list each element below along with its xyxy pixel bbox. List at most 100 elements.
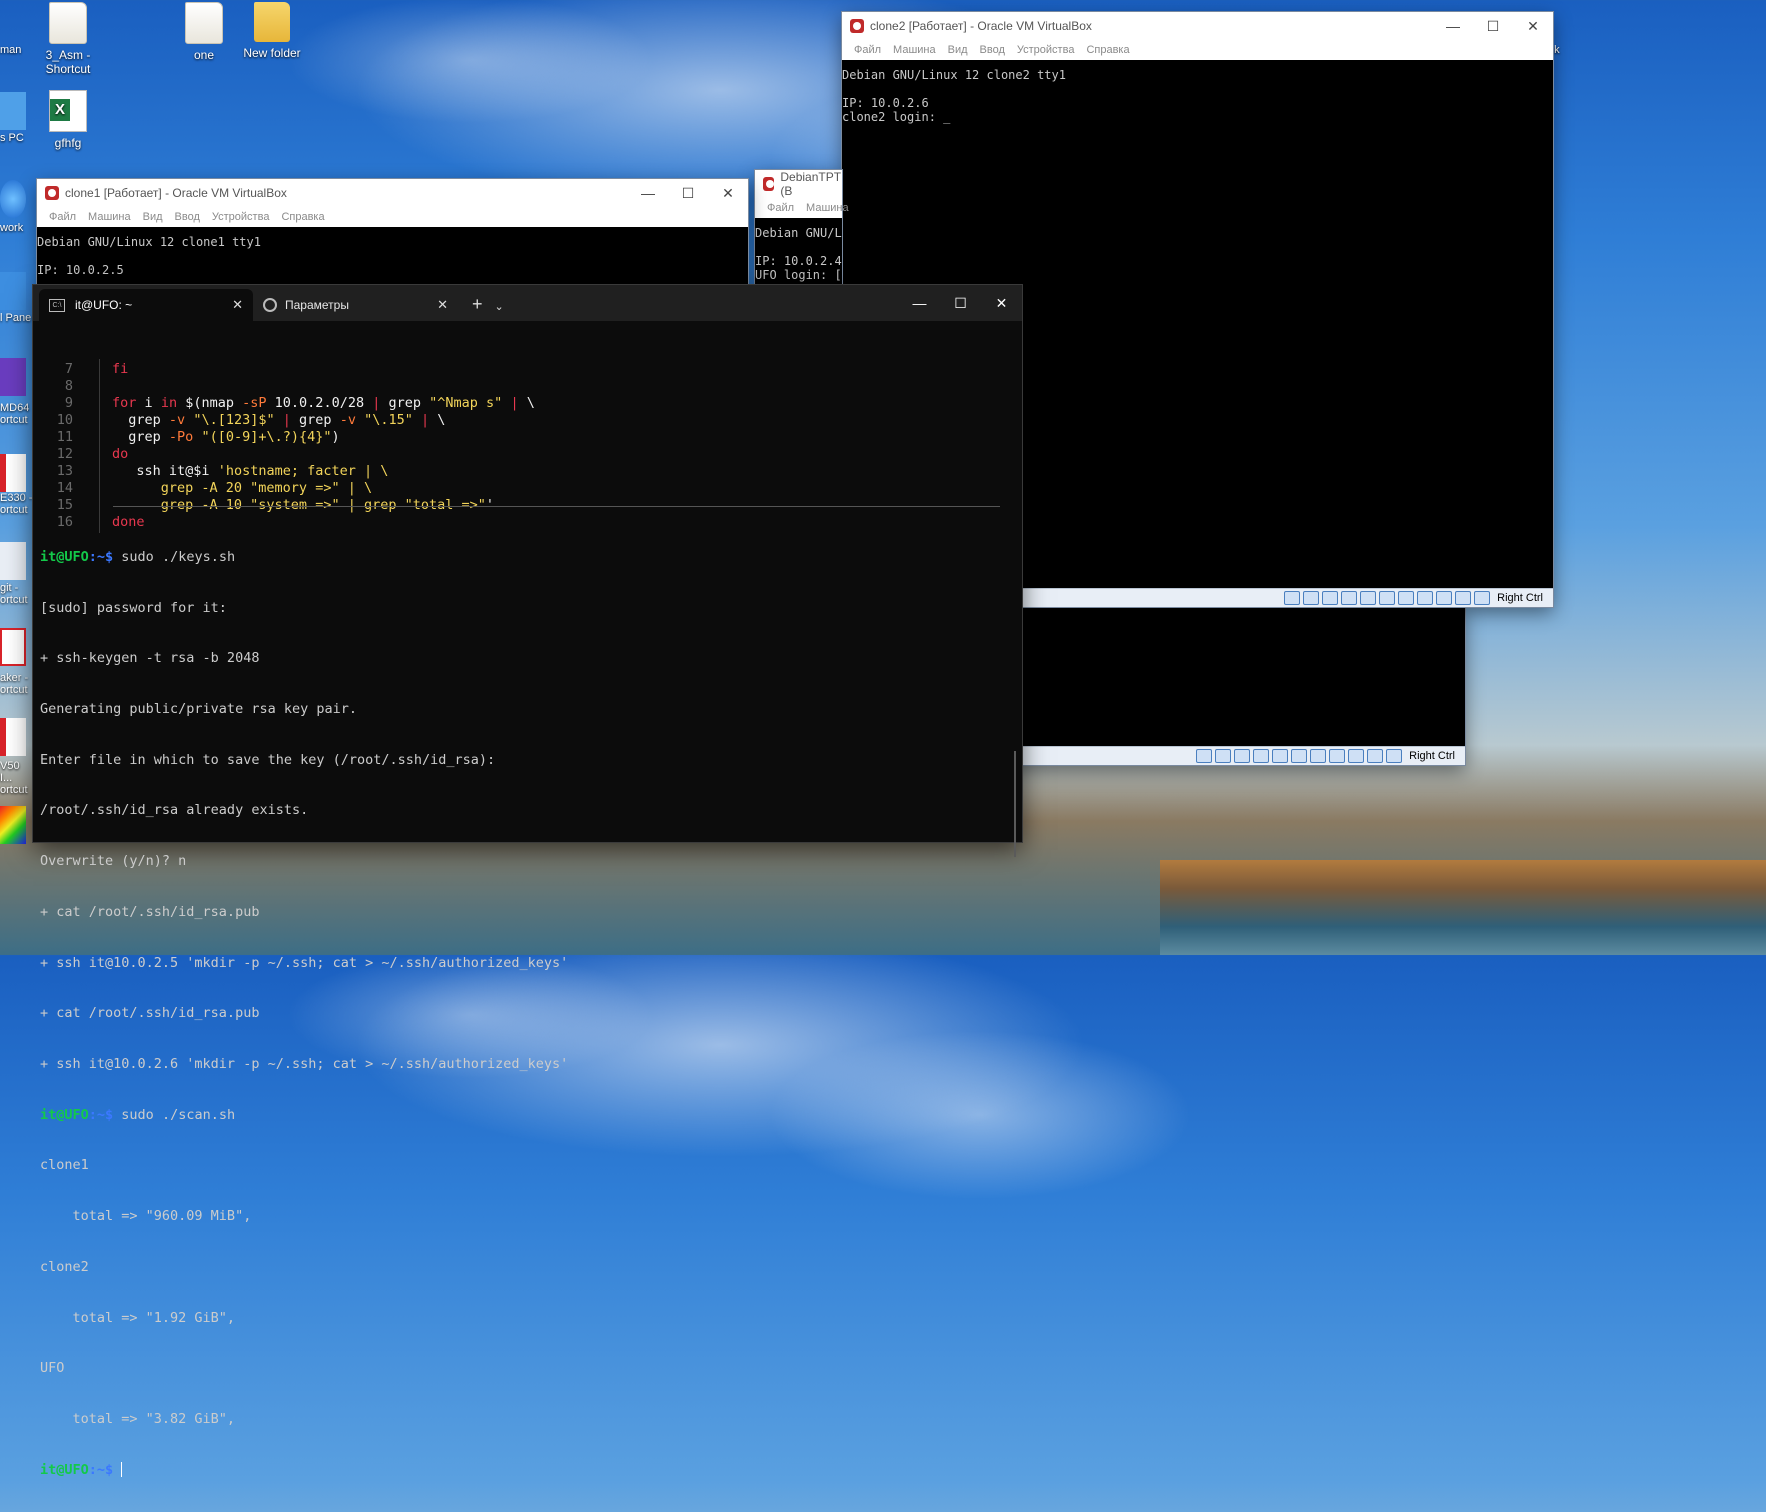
output-line: Generating public/private rsa key pair. [40, 700, 357, 717]
pdf-icon[interactable] [0, 454, 26, 492]
menu-machine[interactable]: Машина [806, 202, 849, 214]
mouse-integration-icon[interactable] [1455, 591, 1472, 605]
console-line: UFO login: [ [755, 268, 842, 282]
usb-icon[interactable] [1360, 591, 1377, 605]
window-title: clone2 [Работает] - Oracle VM VirtualBox [870, 19, 1092, 33]
display-icon[interactable] [1310, 749, 1327, 763]
vm-screen[interactable]: Debian GNU/Linux 12 clone2 tty1 IP: 10.0… [842, 60, 1553, 124]
maximize-button[interactable]: ☐ [1473, 18, 1513, 35]
prompt-user: it@UFO [40, 548, 89, 565]
menu-input[interactable]: Ввод [980, 44, 1005, 56]
host-key-label: Right Ctrl [1497, 592, 1543, 604]
tab-it-ufo[interactable]: C:\ it@UFO: ~ ✕ [39, 289, 253, 321]
maximize-button[interactable]: ☐ [668, 185, 708, 202]
network-icon[interactable] [1253, 749, 1270, 763]
recording-icon[interactable] [1417, 591, 1434, 605]
maker-icon[interactable] [0, 628, 26, 666]
tab-settings[interactable]: Параметры ✕ [253, 289, 458, 321]
vm-screen[interactable]: Debian GNU/L IP: 10.0.2.4 UFO login: [ [755, 218, 842, 282]
audio-icon[interactable] [1322, 591, 1339, 605]
tab-label: it@UFO: ~ [75, 298, 133, 312]
prompt-line: it@UFO:~$ sudo ./keys.sh [40, 549, 568, 566]
desktop-edge-label[interactable]: man [0, 44, 21, 56]
git-icon[interactable] [0, 542, 26, 580]
desktop-edge-label[interactable]: git - ortcut [0, 582, 34, 606]
host-key-label: Right Ctrl [1409, 750, 1455, 762]
terminal-tabbar[interactable]: C:\ it@UFO: ~ ✕ Параметры ✕ + ⌄ — ☐ ✕ [33, 285, 1022, 321]
menu-help[interactable]: Справка [281, 211, 324, 223]
desktop-edge-label[interactable]: s PC [0, 132, 24, 144]
desktop-edge-label[interactable]: l Pane [0, 312, 31, 324]
titlebar[interactable]: clone1 [Работает] - Oracle VM VirtualBox… [37, 179, 748, 207]
rainbow-app-icon[interactable] [0, 806, 26, 844]
new-tab-plus-icon[interactable]: + [472, 294, 483, 315]
desktop-icon-new-folder[interactable]: New folder [230, 2, 314, 60]
amd64-shortcut-icon[interactable] [0, 358, 26, 396]
network-icon[interactable] [0, 180, 26, 218]
desktop-edge-label[interactable]: E330 - ortcut [0, 492, 34, 516]
control-panel-icon[interactable] [0, 272, 26, 310]
prompt-line[interactable]: it@UFO:~$ [40, 1462, 568, 1479]
shared-folder-icon[interactable] [1379, 591, 1396, 605]
chevron-down-icon[interactable]: ⌄ [495, 300, 504, 313]
minimize-button[interactable]: — [628, 185, 668, 202]
menu-file[interactable]: Файл [854, 44, 881, 56]
vbox-window-debiantpt[interactable]: DebianTPT (B Файл Машина Debian GNU/L IP… [755, 170, 849, 285]
menu-machine[interactable]: Машина [88, 211, 131, 223]
hdd-icon[interactable] [1284, 591, 1301, 605]
menu-devices[interactable]: Устройства [1017, 44, 1075, 56]
menu-file[interactable]: Файл [767, 202, 794, 214]
desktop-edge-label[interactable]: aker - ortcut [0, 672, 34, 696]
line-number: 9 [64, 394, 73, 411]
cpu-icon[interactable] [1348, 749, 1365, 763]
desktop-icon-3-asm-shortcut[interactable]: 3_Asm - Shortcut [26, 2, 110, 76]
desktop-edge-label[interactable]: work [0, 222, 23, 234]
code-line: grep -A 20 "memory =>" | \ [112, 479, 373, 496]
cpu-icon[interactable] [1436, 591, 1453, 605]
output-line: + cat /root/.ssh/id_rsa.pub [40, 903, 260, 920]
network-icon[interactable] [1341, 591, 1358, 605]
close-button[interactable]: ✕ [708, 185, 748, 202]
menu-view[interactable]: Вид [143, 211, 163, 223]
keyboard-icon[interactable] [1386, 749, 1403, 763]
titlebar[interactable]: DebianTPT (B [755, 170, 842, 198]
prompt-path: :~$ [88, 548, 114, 565]
recording-icon[interactable] [1329, 749, 1346, 763]
optical-drive-icon[interactable] [1303, 591, 1320, 605]
prompt-path: :~$ [88, 1461, 114, 1478]
close-tab-icon[interactable]: ✕ [437, 297, 448, 313]
terminal-window[interactable]: C:\ it@UFO: ~ ✕ Параметры ✕ + ⌄ — ☐ ✕ 7 … [33, 285, 1022, 1478]
optical-drive-icon[interactable] [1215, 749, 1232, 763]
shared-folder-icon[interactable] [1291, 749, 1308, 763]
desktop-icon-gfhfg[interactable]: gfhfg [26, 90, 110, 150]
vbox-window-hidden[interactable]: Right Ctrl [1000, 607, 1465, 765]
hdd-icon[interactable] [1196, 749, 1213, 763]
menu-devices[interactable]: Устройства [212, 211, 270, 223]
audio-icon[interactable] [1234, 749, 1251, 763]
pdf-icon[interactable] [0, 718, 26, 756]
menu-machine[interactable]: Машина [893, 44, 936, 56]
menu-help[interactable]: Справка [1086, 44, 1129, 56]
mouse-integration-icon[interactable] [1367, 749, 1384, 763]
minimize-button[interactable]: — [1433, 18, 1473, 35]
titlebar[interactable]: clone2 [Работает] - Oracle VM VirtualBox… [842, 12, 1553, 40]
menu-file[interactable]: Файл [49, 211, 76, 223]
vbox-window-clone1[interactable]: clone1 [Работает] - Oracle VM VirtualBox… [37, 179, 748, 289]
minimize-button[interactable]: — [899, 285, 940, 321]
display-icon[interactable] [1398, 591, 1415, 605]
close-button[interactable]: ✕ [1513, 18, 1553, 35]
code-line: for i in $(nmap -sP 10.0.2.0/28 | grep "… [112, 394, 535, 411]
usb-icon[interactable] [1272, 749, 1289, 763]
menu-view[interactable]: Вид [948, 44, 968, 56]
close-tab-icon[interactable]: ✕ [232, 297, 243, 313]
vm-screen[interactable]: Debian GNU/Linux 12 clone1 tty1 IP: 10.0… [37, 227, 748, 277]
close-button[interactable]: ✕ [981, 285, 1022, 321]
terminal-body[interactable]: 7 8 9 10 11 12 13 14 15 16 fi for i in $… [33, 321, 1022, 1478]
menu-input[interactable]: Ввод [175, 211, 200, 223]
desktop-edge-label[interactable]: MD64 ortcut [0, 402, 34, 426]
scrollbar[interactable] [1014, 751, 1016, 857]
keyboard-icon[interactable] [1474, 591, 1491, 605]
this-pc-icon[interactable] [0, 92, 26, 130]
maximize-button[interactable]: ☐ [940, 285, 981, 321]
desktop-edge-label[interactable]: V50 I... ortcut [0, 760, 34, 796]
